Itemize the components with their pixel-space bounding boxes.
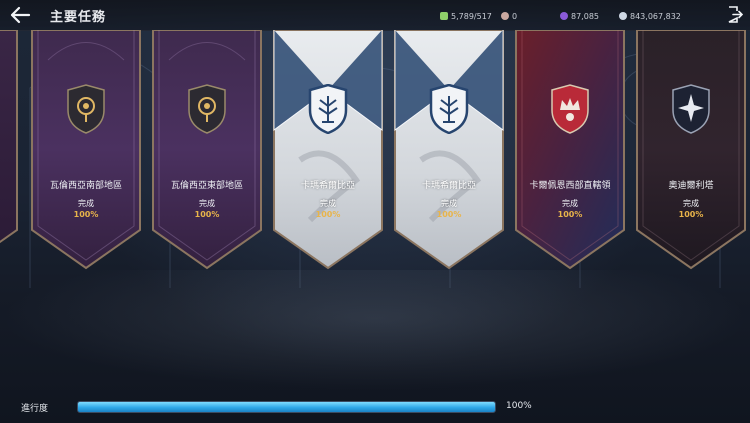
- resource-gem-value: 0: [512, 11, 518, 21]
- region-status: 完成: [78, 199, 94, 208]
- region-name: 卡爾佩恩西部直轄領: [529, 181, 611, 191]
- region-status: 完成: [562, 199, 578, 208]
- resource-crystal-value: 87,085: [571, 11, 599, 21]
- region-banner[interactable]: 瓦倫西亞南部地區 完成 100%: [28, 30, 144, 270]
- region-name: 奧迪爾利塔: [668, 181, 714, 191]
- progress-value: 100%: [506, 401, 532, 411]
- progress-bar-fill: [78, 402, 495, 412]
- region-name: 卡瑪希爾比亞: [300, 181, 355, 191]
- region-status: 完成: [320, 199, 336, 208]
- region-name: 卡瑪希爾比亞: [421, 181, 476, 191]
- resource-stamina: 5,789/517: [440, 9, 492, 23]
- region-percent: 100%: [678, 210, 704, 219]
- region-percent: 100%: [557, 210, 583, 219]
- banner-shape: [273, 30, 383, 270]
- progress-label: 進行度: [21, 404, 49, 414]
- background-ground: [0, 270, 750, 390]
- banner-shape: [394, 30, 504, 270]
- region-percent: 100%: [194, 210, 220, 219]
- resource-crystal: 87,085: [560, 9, 599, 23]
- resource-gem: 0: [501, 9, 517, 23]
- banner-shape: [152, 30, 262, 270]
- star-emblem-icon: [672, 84, 710, 134]
- main-quest-screen: 主要任務 5,789/517 0 87,085 843,067,832 瓦倫西亞…: [0, 0, 750, 423]
- region-percent: 100%: [436, 210, 462, 219]
- silver-coin-icon: [619, 12, 627, 20]
- region-name: 瓦倫西亞東部地區: [170, 181, 243, 191]
- region-name: 瓦倫西亞南部地區: [49, 181, 122, 191]
- ring-emblem-icon: [188, 84, 226, 134]
- resource-silver: 843,067,832: [619, 9, 681, 23]
- region-percent: 100%: [73, 210, 99, 219]
- tree-emblem-icon: [308, 84, 348, 134]
- page-title: 主要任務: [50, 10, 107, 25]
- region-banner[interactable]: 卡瑪希爾比亞 完成 100%: [270, 30, 386, 270]
- arrow-left-icon[interactable]: [9, 5, 31, 25]
- region-banner[interactable]: 卡瑪希爾比亞 完成 100%: [391, 30, 507, 270]
- top-bar: 主要任務 5,789/517 0 87,085 843,067,832: [0, 0, 750, 31]
- region-status: 完成: [683, 199, 699, 208]
- region-banner[interactable]: [0, 30, 21, 270]
- region-banner[interactable]: 奧迪爾利塔 完成 100%: [633, 30, 749, 270]
- stamina-icon: [440, 12, 448, 20]
- resource-stamina-value: 5,789/517: [451, 11, 492, 21]
- ring-emblem-icon: [67, 84, 105, 134]
- gem-icon: [501, 12, 509, 20]
- exit-door-icon[interactable]: [727, 6, 743, 23]
- region-status: 完成: [199, 199, 215, 208]
- progress-bar: [77, 401, 496, 413]
- tree-emblem-icon: [429, 84, 469, 134]
- banner-shape: [31, 30, 141, 270]
- region-percent: 100%: [315, 210, 341, 219]
- resource-silver-value: 843,067,832: [630, 11, 681, 21]
- crown-emblem-icon: [551, 84, 589, 134]
- banner-shape: [515, 30, 625, 270]
- banner-shape: [0, 30, 18, 244]
- banner-shape: [636, 30, 746, 270]
- crystal-icon: [560, 12, 568, 20]
- region-status: 完成: [441, 199, 457, 208]
- region-banner[interactable]: 瓦倫西亞東部地區 完成 100%: [149, 30, 265, 270]
- region-banner[interactable]: 卡爾佩恩西部直轄領 完成 100%: [512, 30, 628, 270]
